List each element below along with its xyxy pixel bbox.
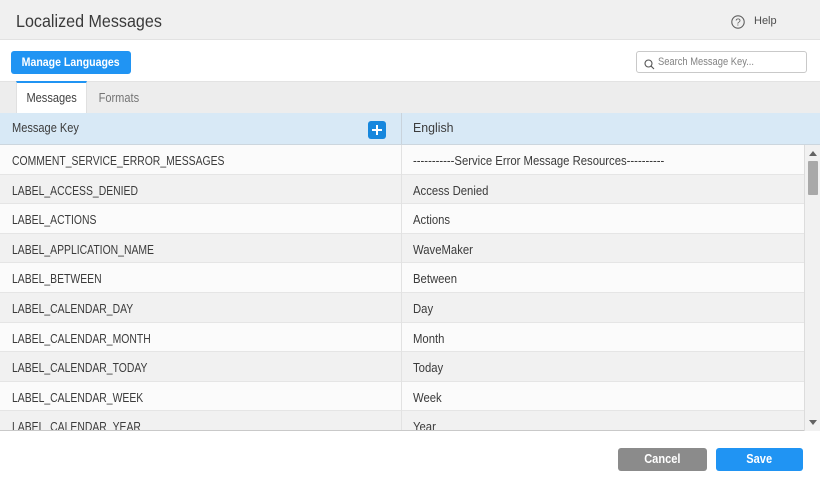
- svg-text:?: ?: [735, 17, 741, 28]
